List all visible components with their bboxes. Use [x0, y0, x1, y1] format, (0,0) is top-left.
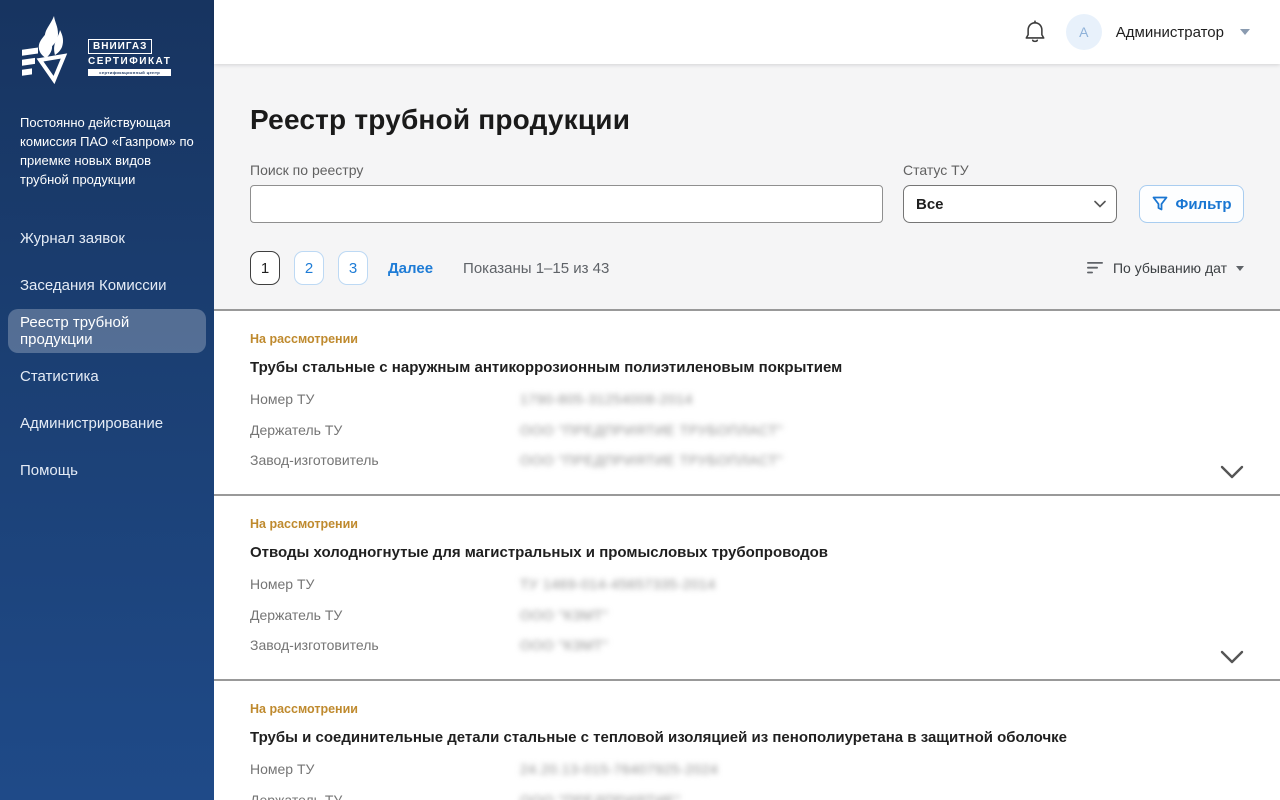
field-value-redacted: ООО "КЗМТ"	[520, 638, 608, 653]
sidebar-item-label: Помощь	[20, 462, 78, 479]
chevron-down-icon	[1236, 266, 1244, 271]
sidebar-item-help[interactable]: Помощь	[0, 447, 214, 494]
card-field-row: Завод-изготовитель ООО "ПРЕДПРИЯТИЕ ТРУБ…	[250, 453, 1244, 468]
logo-line3: сертификационный центр	[88, 69, 171, 76]
chevron-down-icon[interactable]	[1240, 29, 1250, 35]
sidebar-item-label: Администрирование	[20, 415, 163, 432]
card-field-row: Завод-изготовитель ООО "КЗМТ"	[250, 638, 1244, 653]
search-group: Поиск по реестру	[250, 162, 883, 223]
status-select[interactable]: Все	[903, 185, 1117, 223]
page-button-2[interactable]: 2	[294, 251, 324, 285]
vniigaz-logo: ВНИИГАЗ СЕРТИФИКАТ сертификационный цент…	[0, 0, 214, 100]
page-button-3[interactable]: 3	[338, 251, 368, 285]
sidebar-item-statistics[interactable]: Статистика	[0, 353, 214, 400]
content-column: А Администратор Реестр трубной продукции…	[214, 0, 1280, 800]
status-badge: На рассмотрении	[250, 702, 1244, 716]
field-label: Номер ТУ	[250, 577, 520, 592]
card-title: Трубы стальные с наружным антикоррозионн…	[250, 359, 1244, 376]
bell-icon[interactable]	[1024, 20, 1046, 44]
sort-lines-icon	[1087, 262, 1104, 274]
flame-logo-icon	[20, 14, 82, 92]
page-button-1[interactable]: 1	[250, 251, 280, 285]
field-value-redacted: 1790-805-31254008-2014	[520, 392, 693, 407]
sidebar-item-label: Заседания Комиссии	[20, 277, 167, 294]
field-value-redacted: ООО "ПРЕДПРИЯТИЕ ТРУБОПЛАСТ"	[520, 453, 783, 468]
status-badge: На рассмотрении	[250, 332, 1244, 346]
sidebar-item-registry[interactable]: Реестр трубной продукции	[8, 309, 206, 353]
field-label: Завод-изготовитель	[250, 638, 520, 653]
field-label: Держатель ТУ	[250, 793, 520, 800]
filter-controls: Поиск по реестру Статус ТУ Все	[214, 136, 1280, 223]
filter-button-label: Фильтр	[1176, 196, 1232, 213]
sidebar-item-label: Журнал заявок	[20, 230, 125, 247]
status-filter-group: Статус ТУ Все	[903, 162, 1117, 223]
logo-line1: ВНИИГАЗ	[88, 39, 152, 54]
logo-line2: СЕРТИФИКАТ	[88, 56, 171, 67]
status-label: Статус ТУ	[903, 162, 1117, 178]
registry-card: На рассмотрении Трубы и соединительные д…	[214, 679, 1280, 800]
registry-card: На рассмотрении Отводы холодногнутые для…	[214, 494, 1280, 679]
sidebar-item-label: Реестр трубной продукции	[20, 314, 194, 348]
user-name: Администратор	[1116, 24, 1224, 41]
card-field-row: Номер ТУ 24.20.13-015-76407925-2024	[250, 762, 1244, 777]
page-number: 2	[305, 260, 313, 277]
field-label: Держатель ТУ	[250, 423, 520, 438]
status-badge: На рассмотрении	[250, 517, 1244, 531]
page-title: Реестр трубной продукции	[214, 64, 1280, 136]
page-number: 3	[349, 260, 357, 277]
card-title: Трубы и соединительные детали стальные с…	[250, 729, 1244, 746]
topbar: А Администратор	[214, 0, 1280, 64]
card-field-row: Держатель ТУ ООО "ПРЕДПРИЯТИЕ"	[250, 793, 1244, 800]
sidebar-item-meetings[interactable]: Заседания Комиссии	[0, 262, 214, 309]
filter-button[interactable]: Фильтр	[1139, 185, 1244, 223]
avatar-letter: А	[1079, 24, 1088, 40]
card-field-row: Номер ТУ 1790-805-31254008-2014	[250, 392, 1244, 407]
card-title: Отводы холодногнутые для магистральных и…	[250, 544, 1244, 561]
card-field-row: Номер ТУ ТУ 1469-014-45657335-2014	[250, 577, 1244, 592]
field-label: Завод-изготовитель	[250, 453, 520, 468]
sidebar-item-journal[interactable]: Журнал заявок	[0, 215, 214, 262]
search-label: Поиск по реестру	[250, 162, 883, 178]
app-root: ВНИИГАЗ СЕРТИФИКАТ сертификационный цент…	[0, 0, 1280, 800]
field-label: Номер ТУ	[250, 762, 520, 777]
field-value-redacted: 24.20.13-015-76407925-2024	[520, 762, 718, 777]
commission-description: Постоянно действующая комиссия ПАО «Газп…	[0, 100, 214, 193]
field-value-redacted: ООО "КЗМТ"	[520, 608, 608, 623]
card-field-row: Держатель ТУ ООО "ПРЕДПРИЯТИЕ ТРУБОПЛАСТ…	[250, 423, 1244, 438]
next-page-link[interactable]: Далее	[388, 260, 433, 277]
sidebar: ВНИИГАЗ СЕРТИФИКАТ сертификационный цент…	[0, 0, 214, 800]
search-input[interactable]	[250, 185, 883, 223]
sidebar-nav: Журнал заявок Заседания Комиссии Реестр …	[0, 215, 214, 494]
pagination-row: 1 2 3 Далее Показаны 1–15 из 43 По убыва…	[214, 223, 1280, 285]
registry-list: На рассмотрении Трубы стальные с наружны…	[214, 309, 1280, 800]
pagination-summary: Показаны 1–15 из 43	[463, 260, 609, 277]
field-value-redacted: ООО "ПРЕДПРИЯТИЕ"	[520, 793, 681, 800]
registry-page: Реестр трубной продукции Поиск по реестр…	[214, 64, 1280, 800]
field-label: Номер ТУ	[250, 392, 520, 407]
logo-text: ВНИИГАЗ СЕРТИФИКАТ сертификационный цент…	[88, 36, 171, 76]
avatar[interactable]: А	[1066, 14, 1102, 50]
field-value-redacted: ООО "ПРЕДПРИЯТИЕ ТРУБОПЛАСТ"	[520, 423, 783, 438]
field-value-redacted: ТУ 1469-014-45657335-2014	[520, 577, 716, 592]
page-number: 1	[261, 260, 269, 277]
sort-label: По убыванию дат	[1113, 260, 1227, 276]
chevron-down-icon[interactable]	[1220, 649, 1244, 665]
sidebar-item-label: Статистика	[20, 368, 99, 385]
chevron-down-icon	[1094, 200, 1106, 208]
chevron-down-icon[interactable]	[1220, 464, 1244, 480]
sidebar-item-administration[interactable]: Администрирование	[0, 400, 214, 447]
funnel-icon	[1152, 196, 1168, 212]
registry-card: На рассмотрении Трубы стальные с наружны…	[214, 309, 1280, 494]
status-select-value: Все	[916, 196, 944, 213]
sort-control[interactable]: По убыванию дат	[1087, 260, 1244, 276]
card-field-row: Держатель ТУ ООО "КЗМТ"	[250, 608, 1244, 623]
field-label: Держатель ТУ	[250, 608, 520, 623]
